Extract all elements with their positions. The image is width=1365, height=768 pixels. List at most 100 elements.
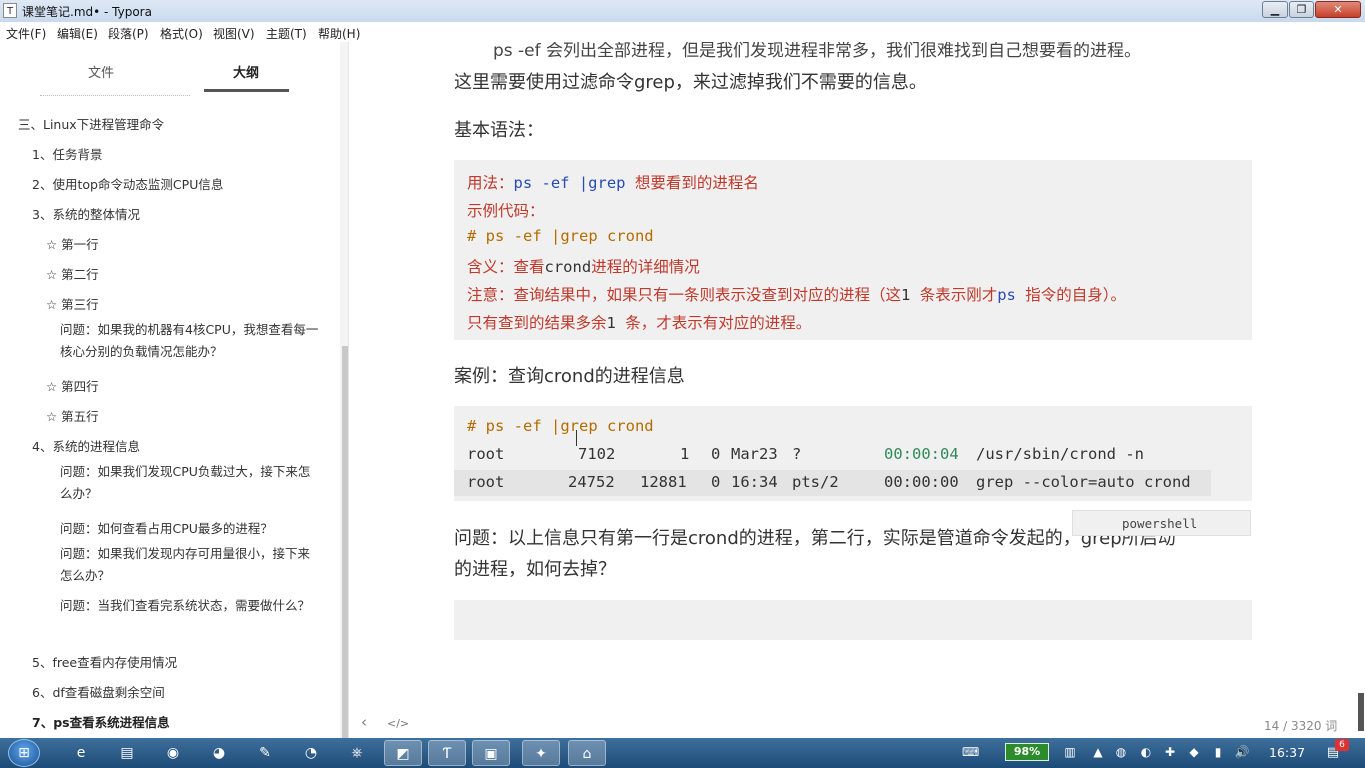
browser-icon[interactable]: ◕ bbox=[200, 740, 238, 766]
code-number: 1 bbox=[901, 286, 911, 304]
code-text: 12881 bbox=[640, 473, 687, 491]
menu-theme[interactable]: 主题(T) bbox=[266, 25, 307, 42]
menu-view[interactable]: 视图(V) bbox=[213, 25, 255, 42]
code-text: 注意：查询结果中，如果只有一条则表示没查到对应的进程（这 bbox=[467, 286, 902, 304]
outline-item[interactable]: 问题：如果我们发现CPU负载过大，接下来怎么办？ bbox=[60, 461, 322, 505]
battery-indicator[interactable]: 98% bbox=[1005, 743, 1049, 761]
heading-basic-syntax: 基本语法： bbox=[454, 120, 544, 141]
source-code-mode-icon[interactable]: </> bbox=[387, 717, 409, 730]
code-text: 想要看到的进程名 bbox=[625, 174, 759, 192]
app-icon[interactable]: ✎ bbox=[246, 740, 284, 766]
code-text: 16:34 bbox=[731, 473, 778, 491]
outline-item[interactable]: ☆ 第三行 bbox=[46, 294, 99, 313]
file-explorer-icon[interactable]: ▤ bbox=[108, 740, 146, 766]
maximize-button[interactable]: ❐ bbox=[1289, 1, 1314, 18]
tray-icon[interactable]: ✚ bbox=[1162, 744, 1178, 760]
editor-content[interactable]: ps -ef 会列出全部进程，但是我们发现进程非常多，我们很难找到自己想要看的进… bbox=[349, 42, 1357, 738]
outline-item[interactable]: 3、系统的整体情况 bbox=[32, 204, 140, 223]
firefox-icon[interactable]: ◔ bbox=[292, 740, 330, 766]
app-icon[interactable]: ⎈ bbox=[338, 740, 376, 766]
word-count[interactable]: 14 / 3320 词 bbox=[1264, 717, 1337, 734]
clock[interactable]: 16:37 bbox=[1269, 745, 1305, 760]
app-icon[interactable]: ✦ bbox=[522, 740, 560, 766]
code-language-badge[interactable]: powershell bbox=[1072, 510, 1251, 536]
outline-item[interactable]: ☆ 第五行 bbox=[46, 406, 99, 425]
outline-item[interactable]: 4、系统的进程信息 bbox=[32, 436, 140, 455]
volume-icon[interactable]: 🔊 bbox=[1234, 744, 1250, 760]
outline-item[interactable]: 1、任务背景 bbox=[32, 144, 102, 163]
paragraph-question-cont: 的进程，如何去掉？ bbox=[454, 559, 616, 580]
active-tab-indicator bbox=[204, 89, 289, 92]
code-number: 1 bbox=[606, 314, 616, 332]
code-text: Mar23 bbox=[731, 445, 778, 463]
code-text: 条表示刚才 bbox=[910, 286, 998, 304]
show-hidden-icons[interactable]: ▲ bbox=[1090, 744, 1106, 760]
start-button[interactable]: ⊞ bbox=[8, 739, 40, 767]
code-text: grep --color=auto crond bbox=[976, 473, 1191, 491]
taskbar: ⊞ e ▤ ◉ ◕ ✎ ◔ ⎈ ◩ Ƭ ▣ ✦ ⌂ ⌨ 98% ▥ ▲ ◍ ◐ … bbox=[0, 738, 1365, 768]
tray-icon[interactable]: ◍ bbox=[1113, 744, 1129, 760]
code-comment: # ps -ef |grep crond bbox=[467, 417, 654, 435]
code-text: ps bbox=[997, 286, 1016, 304]
code-text: crond bbox=[1069, 445, 1116, 463]
code-text: -n bbox=[1116, 445, 1144, 463]
app-icon[interactable]: ▣ bbox=[472, 740, 510, 766]
menu-paragraph[interactable]: 段落(P) bbox=[108, 25, 149, 42]
tray-icon[interactable]: ◆ bbox=[1186, 744, 1202, 760]
outline-item[interactable]: 5、free查看内存使用情况 bbox=[32, 652, 177, 671]
code-text: 含义：查看 bbox=[467, 258, 545, 276]
code-text: 用法： bbox=[467, 174, 514, 192]
outline-item[interactable]: 问题：如果我的机器有4核CPU，我想查看每一核心分别的负载情况怎能办？ bbox=[60, 319, 322, 363]
menu-format[interactable]: 格式(O) bbox=[160, 25, 203, 42]
code-comment: # ps -ef |grep crond bbox=[467, 227, 654, 245]
status-bar: ‹ </> 14 / 3320 词 bbox=[349, 710, 1357, 738]
paragraph-ps-partial: ps -ef 会列出全部进程，但是我们发现进程非常多，我们很难找到自己想要看的进… bbox=[493, 42, 1142, 61]
tray-icon[interactable]: ▥ bbox=[1062, 744, 1078, 760]
editor-scrollbar-thumb[interactable] bbox=[1358, 693, 1364, 731]
keyboard-icon[interactable]: ⌨ bbox=[962, 744, 979, 760]
code-text: /usr/sbin/ bbox=[976, 445, 1070, 463]
code-text: crond bbox=[544, 258, 592, 276]
outline-item[interactable]: 问题：如果我们发现内存可用量很小，接下来怎么办？ bbox=[60, 543, 322, 587]
outline-item-active[interactable]: 7、ps查看系统进程信息 bbox=[32, 712, 170, 731]
app-icon[interactable]: ⌂ bbox=[568, 740, 606, 766]
tab-outline[interactable]: 大纲 bbox=[233, 62, 259, 81]
ie-icon[interactable]: e bbox=[62, 740, 100, 766]
outline-clipped-item bbox=[40, 90, 190, 96]
typora-app-icon: T bbox=[3, 3, 17, 18]
outline-item[interactable]: 问题：如何查看占用CPU最多的进程？ bbox=[60, 518, 273, 537]
code-text: 7102 bbox=[578, 445, 616, 463]
menu-help[interactable]: 帮助(H) bbox=[318, 25, 360, 42]
code-text: 示例代码： bbox=[467, 202, 545, 220]
app-icon[interactable]: ◩ bbox=[384, 740, 422, 766]
outline-item[interactable]: 6、df查看磁盘剩余空间 bbox=[32, 682, 165, 701]
typora-taskbar-icon[interactable]: Ƭ bbox=[428, 740, 466, 766]
outline-item[interactable]: 问题：当我们查看完系统状态，需要做什么？ bbox=[60, 595, 322, 617]
menu-bar: 文件(F) 编辑(E) 段落(P) 格式(O) 视图(V) 主题(T) 帮助(H… bbox=[0, 22, 1365, 42]
outline-item[interactable]: 三、Linux下进程管理命令 bbox=[18, 114, 164, 133]
minimize-button[interactable]: ▁ bbox=[1262, 1, 1288, 18]
network-icon[interactable]: ▮ bbox=[1210, 744, 1226, 760]
code-text: 0 bbox=[711, 473, 721, 491]
paragraph-grep: 这里需要使用过滤命令grep，来过滤掉我们不需要的信息。 bbox=[454, 72, 927, 93]
editor-scrollbar[interactable] bbox=[1357, 42, 1365, 738]
code-text: 只有查到的结果多余 bbox=[467, 314, 607, 332]
code-text: 1 bbox=[680, 445, 690, 463]
menu-file[interactable]: 文件(F) bbox=[6, 25, 46, 42]
code-block-empty[interactable] bbox=[454, 600, 1252, 640]
close-button[interactable]: ✕ bbox=[1315, 1, 1361, 18]
outline-item[interactable]: ☆ 第二行 bbox=[46, 264, 99, 283]
tab-files[interactable]: 文件 bbox=[88, 62, 114, 81]
text-cursor bbox=[576, 430, 577, 446]
outline-item[interactable]: ☆ 第一行 bbox=[46, 234, 99, 253]
toggle-sidebar-icon[interactable]: ‹ bbox=[361, 713, 367, 731]
menu-edit[interactable]: 编辑(E) bbox=[57, 25, 98, 42]
code-block-syntax[interactable]: 用法：ps -ef |grep 想要看到的进程名 示例代码： # ps -ef … bbox=[454, 160, 1252, 340]
outline-item[interactable]: ☆ 第四行 bbox=[46, 376, 99, 395]
tray-icon[interactable]: ◐ bbox=[1138, 744, 1154, 760]
code-block-case[interactable]: # ps -ef |grep crond root 7102 1 0 Mar23… bbox=[454, 406, 1252, 501]
code-text: 0 bbox=[711, 445, 721, 463]
code-text: 条，才表示有对应的进程。 bbox=[615, 314, 812, 332]
chrome-icon[interactable]: ◉ bbox=[154, 740, 192, 766]
outline-item[interactable]: 2、使用top命令动态监测CPU信息 bbox=[32, 174, 223, 193]
